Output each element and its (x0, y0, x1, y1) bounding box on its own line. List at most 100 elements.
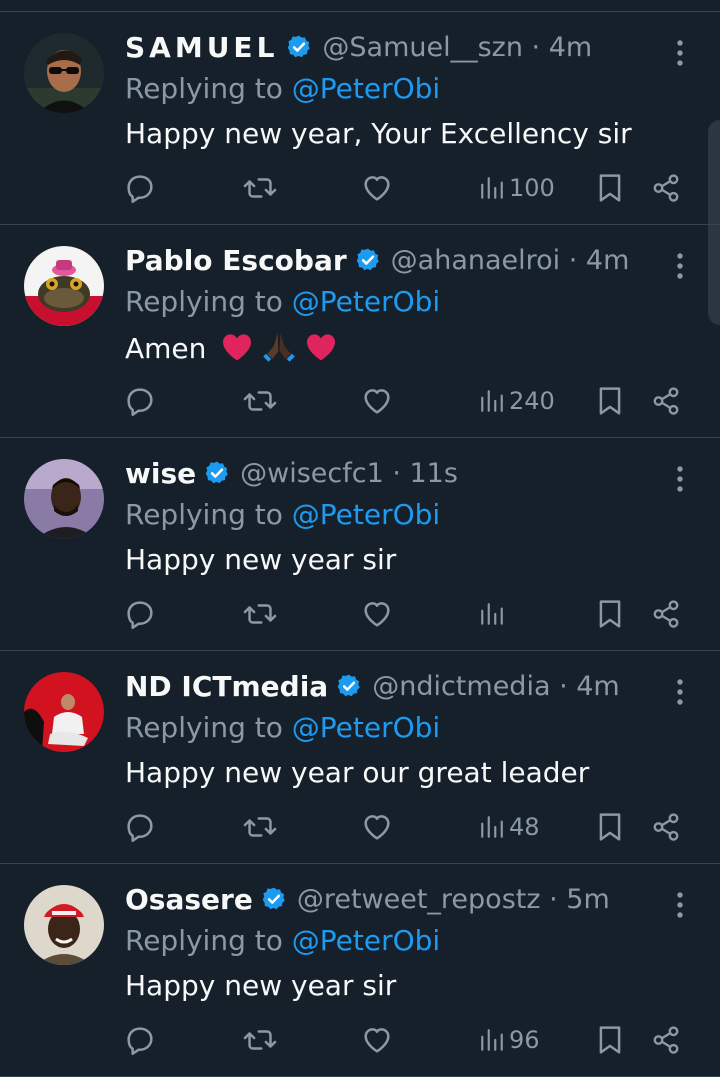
repost-button[interactable] (243, 383, 277, 419)
more-options-icon[interactable] (670, 890, 690, 920)
views-button[interactable] (479, 596, 509, 632)
bookmark-icon (599, 600, 621, 628)
red-heart-emoji-icon (307, 334, 336, 361)
replying-to-link[interactable]: @PeterObi (292, 72, 440, 105)
views-count: 96 (509, 1026, 540, 1054)
views-icon (481, 603, 503, 625)
repost-button[interactable] (243, 809, 277, 845)
verified-badge-icon (262, 887, 285, 910)
bookmark-button[interactable] (597, 1022, 623, 1058)
tweet-header: ND ICTmedia @ndictmedia · 4m (125, 666, 620, 706)
avatar[interactable] (24, 885, 104, 965)
like-button[interactable] (361, 383, 393, 419)
reply-button[interactable] (124, 1022, 156, 1058)
heart-icon (364, 176, 390, 201)
more-options-icon[interactable] (670, 464, 690, 494)
avatar[interactable] (24, 459, 104, 539)
views-button[interactable]: 48 (479, 809, 540, 845)
replying-to: Replying to @PeterObi (125, 285, 440, 318)
display-name[interactable]: wise (125, 457, 196, 490)
repost-button[interactable] (243, 596, 277, 632)
replying-to-link[interactable]: @PeterObi (292, 924, 440, 957)
verified-badge-icon (205, 461, 228, 484)
display-name[interactable]: Osasere (125, 883, 253, 916)
bookmark-button[interactable] (597, 383, 623, 419)
repost-icon (243, 817, 277, 837)
reply-button[interactable] (124, 809, 156, 845)
views-icon (481, 816, 503, 838)
display-name[interactable]: SAMUEL (125, 31, 278, 64)
like-button[interactable] (361, 170, 393, 206)
like-button[interactable] (361, 809, 393, 845)
action-bar: 96 (0, 1022, 720, 1058)
tweet-reply[interactable]: Osasere @retweet_repostz · 5m Replying t… (0, 864, 720, 1077)
tweet-text: Happy new year our great leader (125, 756, 590, 789)
action-bar: 100 (0, 170, 720, 206)
bookmark-button[interactable] (597, 170, 623, 206)
bookmark-icon (599, 813, 621, 841)
replying-to-label: Replying to (125, 72, 292, 105)
handle-and-time[interactable]: @Samuel__szn · 4m (322, 32, 592, 63)
verified-badge-icon (337, 674, 361, 697)
reply-button[interactable] (124, 170, 156, 206)
bookmark-icon (599, 1026, 621, 1054)
handle-and-time[interactable]: @ahanaelroi · 4m (391, 245, 630, 276)
heart-icon (364, 815, 390, 840)
tweet-reply[interactable]: SAMUEL @Samuel__szn · 4m Replying to @Pe… (0, 12, 720, 225)
like-button[interactable] (361, 1022, 393, 1058)
replying-to-link[interactable]: @PeterObi (292, 285, 440, 318)
avatar[interactable] (24, 672, 104, 752)
views-button[interactable]: 240 (479, 383, 555, 419)
verified-badge-icon (356, 248, 379, 271)
tweet-reply[interactable]: ND ICTmedia @ndictmedia · 4m Replying to… (0, 651, 720, 864)
views-button[interactable]: 96 (479, 1022, 540, 1058)
share-button[interactable] (651, 383, 681, 419)
handle-and-time[interactable]: @ndictmedia · 4m (372, 671, 620, 702)
tweet-text-words: Amen (125, 332, 207, 365)
verified-badge-icon (288, 35, 311, 58)
repost-button[interactable] (243, 170, 277, 206)
tweet-reply[interactable]: wise @wisecfc1 · 11s Replying to @PeterO… (0, 438, 720, 651)
handle-and-time[interactable]: @wisecfc1 · 11s (240, 458, 458, 489)
reply-icon (127, 175, 153, 204)
bookmark-button[interactable] (597, 596, 623, 632)
more-options-icon[interactable] (670, 38, 690, 68)
share-icon (653, 174, 679, 202)
views-button[interactable]: 100 (479, 170, 555, 206)
repost-button[interactable] (243, 1022, 277, 1058)
tweet-reply[interactable]: Pablo Escobar @ahanaelroi · 4m Replying … (0, 225, 720, 438)
reply-icon (127, 814, 153, 842)
tweet-header: Pablo Escobar @ahanaelroi · 4m (125, 240, 629, 280)
views-count: 240 (509, 387, 555, 415)
like-button[interactable] (361, 596, 393, 632)
reply-button[interactable] (124, 383, 156, 419)
avatar[interactable] (24, 33, 104, 113)
replying-to-link[interactable]: @PeterObi (292, 711, 440, 744)
share-icon (653, 387, 679, 415)
reply-button[interactable] (124, 596, 156, 632)
share-icon (653, 1026, 679, 1054)
repost-icon (243, 178, 277, 198)
tweet-text: Happy new year sir (125, 969, 397, 1002)
action-bar (0, 596, 720, 632)
share-button[interactable] (651, 809, 681, 845)
reply-icon (127, 601, 153, 629)
replying-to-link[interactable]: @PeterObi (292, 498, 440, 531)
share-button[interactable] (651, 596, 681, 632)
views-icon (481, 390, 503, 412)
display-name[interactable]: ND ICTmedia (125, 670, 328, 703)
share-icon (653, 600, 679, 628)
more-options-icon[interactable] (670, 677, 690, 707)
share-button[interactable] (651, 170, 681, 206)
display-name[interactable]: Pablo Escobar (125, 244, 347, 277)
share-button[interactable] (651, 1022, 681, 1058)
handle-and-time[interactable]: @retweet_repostz · 5m (297, 884, 610, 915)
bookmark-button[interactable] (597, 809, 623, 845)
action-bar: 48 (0, 809, 720, 845)
more-options-icon[interactable] (670, 251, 690, 281)
reply-icon (127, 1027, 153, 1055)
avatar[interactable] (24, 246, 104, 326)
repost-icon (243, 391, 277, 411)
replying-to-label: Replying to (125, 924, 292, 957)
views-count: 48 (509, 813, 540, 841)
